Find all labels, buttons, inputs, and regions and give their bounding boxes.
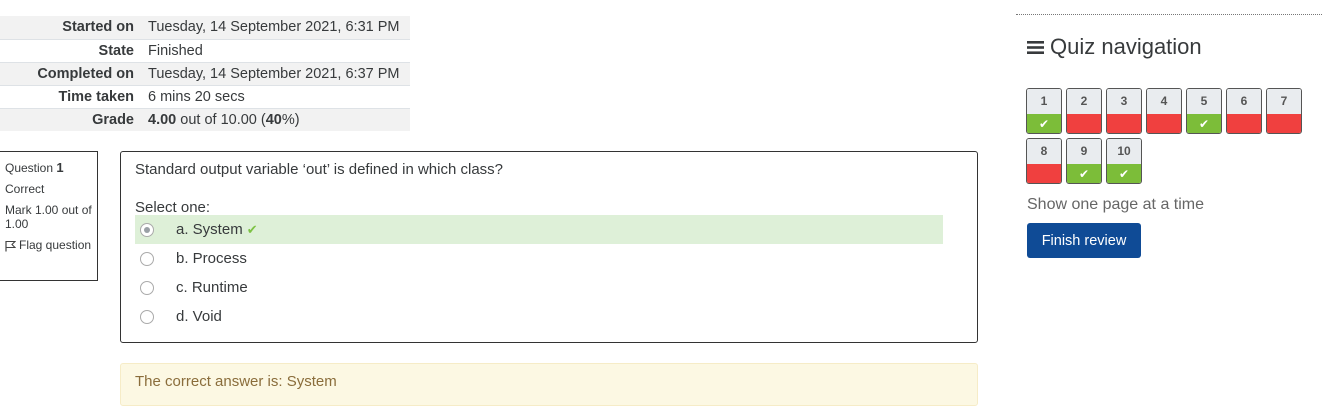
grade-score: 4.00: [148, 111, 177, 128]
nav-question-button[interactable]: 2: [1066, 88, 1102, 134]
answer-option-c[interactable]: c. Runtime: [135, 273, 943, 302]
nav-question-button[interactable]: 4: [1146, 88, 1182, 134]
check-icon: ✔: [246, 221, 258, 237]
summary-label: Started on: [62, 19, 134, 36]
check-icon: ✔: [1038, 117, 1050, 131]
quiz-navigation-block: Quiz navigation 1 ✔ 2 3 4 5 ✔ 6 7 8 9 ✔ 10 ✔…: [1016, 14, 1322, 258]
nav-question-button[interactable]: 10 ✔: [1106, 138, 1142, 184]
answer-label: d. Void: [176, 308, 222, 325]
question-info-box: Question 1 Correct Mark 1.00 out of 1.00…: [0, 151, 98, 281]
answer-label: b. Process: [176, 250, 247, 267]
quiz-navigation-title: Quiz navigation: [1027, 34, 1202, 60]
question-text: Standard output variable ‘out’ is define…: [135, 161, 503, 178]
question-number-value: 1: [56, 160, 64, 175]
grade-out-of: out of 10.00 (: [176, 111, 266, 128]
question-content: Standard output variable ‘out’ is define…: [120, 151, 978, 343]
nav-question-number: 10: [1107, 139, 1141, 164]
answer-radio[interactable]: [140, 280, 154, 295]
answer-option-b[interactable]: b. Process: [135, 244, 943, 273]
summary-row-completed: Completed on Tuesday, 14 September 2021,…: [0, 61, 410, 85]
nav-question-button[interactable]: 8: [1026, 138, 1062, 184]
nav-question-number: 4: [1147, 89, 1181, 114]
incorrect-state: [1227, 114, 1261, 133]
check-icon: ✔: [1118, 167, 1130, 181]
summary-label: Grade: [0, 107, 141, 131]
summary-label: Completed on: [0, 61, 141, 85]
nav-question-button[interactable]: 7: [1266, 88, 1302, 134]
select-one-prompt: Select one:: [135, 199, 211, 216]
menu-icon: [1027, 40, 1044, 54]
check-icon: ✔: [1198, 117, 1210, 131]
summary-row-started: Started on Tuesday, 14 September 2021, 6…: [0, 16, 410, 39]
incorrect-state: [1027, 164, 1061, 183]
nav-question-number: 2: [1067, 89, 1101, 114]
nav-question-number: 1: [1027, 89, 1061, 114]
question-word: Question: [5, 161, 57, 175]
summary-label: Time taken: [0, 84, 141, 108]
incorrect-state: [1067, 114, 1101, 133]
nav-question-number: 3: [1107, 89, 1141, 114]
answer-list: a. System ✔ b. Process c. Runtime d. Voi…: [135, 215, 943, 331]
answer-label: a. System: [176, 221, 243, 238]
nav-question-button[interactable]: 1 ✔: [1026, 88, 1062, 134]
correct-state: ✔: [1067, 164, 1101, 183]
summary-value: Finished: [141, 38, 410, 62]
summary-row-time-taken: Time taken 6 mins 20 secs: [0, 84, 410, 108]
nav-question-number: 7: [1267, 89, 1301, 114]
answer-option-a[interactable]: a. System ✔: [135, 215, 943, 244]
answer-label: c. Runtime: [176, 279, 248, 296]
nav-question-number: 6: [1227, 89, 1261, 114]
finish-review-button[interactable]: Finish review: [1027, 223, 1141, 258]
summary-value: 6 mins 20 secs: [141, 84, 410, 108]
flag-question-label: Flag question: [19, 238, 92, 252]
question-state: Correct: [5, 182, 45, 196]
nav-question-number: 9: [1067, 139, 1101, 164]
incorrect-state: [1147, 114, 1181, 133]
nav-question-button[interactable]: 5 ✔: [1186, 88, 1222, 134]
answer-option-d[interactable]: d. Void: [135, 302, 943, 331]
grade-value: 4.00 out of 10.00 (40%): [141, 107, 410, 131]
quiz-summary-table: Started on Tuesday, 14 September 2021, 6…: [0, 16, 410, 131]
answer-radio[interactable]: [140, 309, 154, 324]
incorrect-state: [1107, 114, 1141, 133]
nav-question-button[interactable]: 9 ✔: [1066, 138, 1102, 184]
flag-question-link[interactable]: Flag question: [5, 238, 97, 252]
nav-question-button[interactable]: 3: [1106, 88, 1142, 134]
grade-end: %): [281, 111, 300, 128]
grade-percent: 40: [265, 111, 282, 128]
answer-radio[interactable]: [140, 222, 154, 237]
question-number: Question 1: [5, 160, 97, 176]
correct-state: ✔: [1107, 164, 1141, 183]
show-one-page-link[interactable]: Show one page at a time: [1027, 196, 1204, 214]
summary-row-grade: Grade 4.00 out of 10.00 (40%): [0, 107, 410, 131]
incorrect-state: [1267, 114, 1301, 133]
nav-question-number: 8: [1027, 139, 1061, 164]
quiz-navigation-label: Quiz navigation: [1050, 34, 1202, 59]
nav-question-number: 5: [1187, 89, 1221, 114]
question-mark: Mark 1.00 out of 1.00: [5, 203, 92, 231]
summary-row-state: State Finished: [0, 38, 410, 62]
check-icon: ✔: [1078, 167, 1090, 181]
summary-value: Tuesday, 14 September 2021, 6:37 PM: [141, 61, 410, 85]
correct-state: ✔: [1027, 114, 1061, 133]
correct-state: ✔: [1187, 114, 1221, 133]
answer-radio[interactable]: [140, 251, 154, 266]
flag-icon: [5, 240, 16, 252]
nav-question-button[interactable]: 6: [1226, 88, 1262, 134]
summary-label: State: [0, 38, 141, 62]
summary-value: Tuesday, 14 September 2021, 6:31 PM: [148, 19, 400, 36]
correct-answer-feedback: The correct answer is: System: [120, 363, 978, 406]
